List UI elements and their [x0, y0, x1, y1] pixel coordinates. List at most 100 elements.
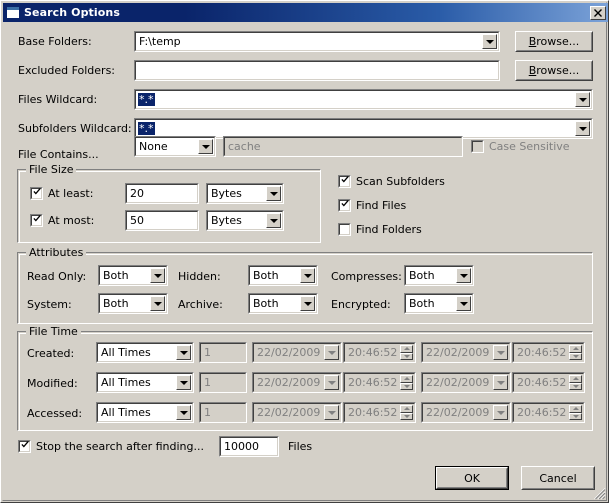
created-time-from-spinner[interactable]: 20:46:52 — [343, 342, 416, 363]
read-only-chevron-down-icon[interactable] — [150, 268, 165, 283]
modified-date-from-chevron-down-icon[interactable] — [324, 375, 339, 390]
at-least-unit-chevron-down-icon[interactable] — [266, 186, 281, 201]
stepper-up[interactable] — [569, 375, 582, 383]
case-sensitive-checkbox[interactable]: Case Sensitive — [471, 140, 570, 153]
accessed-time-to-spinner[interactable]: 20:46:52 — [512, 402, 585, 423]
stepper-up[interactable] — [400, 375, 413, 383]
modified-date-from-picker[interactable]: 22/02/2009 — [252, 372, 342, 393]
accessed-count-input[interactable]: 1 — [199, 402, 247, 423]
accessed-mode-chevron-down-icon[interactable] — [176, 405, 191, 420]
compresses-chevron-down-icon[interactable] — [456, 268, 471, 283]
modified-count-input[interactable]: 1 — [199, 372, 247, 393]
resize-grip-icon[interactable] — [593, 487, 606, 500]
window-title: Search Options — [24, 6, 121, 19]
excluded-folders-input[interactable] — [134, 60, 500, 81]
scan-subfolders-checkbox[interactable]: Scan Subfolders — [338, 175, 445, 188]
files-wildcard-chevron-down-icon[interactable] — [575, 92, 590, 107]
stepper-up[interactable] — [400, 345, 413, 353]
at-most-unit-chevron-down-icon[interactable] — [266, 213, 281, 228]
hidden-combo[interactable]: Both — [248, 265, 318, 286]
file-size-at-least-input[interactable]: 20 — [125, 183, 199, 204]
accessed-mode-combo[interactable]: All Times — [96, 402, 194, 423]
file-size-at-most-unit-combo[interactable]: Bytes — [206, 210, 284, 231]
created-date-from-picker[interactable]: 22/02/2009 — [252, 342, 342, 363]
files-wildcard-combo[interactable]: *.* — [134, 89, 593, 110]
modified-mode-combo[interactable]: All Times — [96, 372, 194, 393]
modified-time-to-spinner[interactable]: 20:46:52 — [512, 372, 585, 393]
created-date-to-picker[interactable]: 22/02/2009 — [421, 342, 511, 363]
file-contains-chevron-down-icon[interactable] — [198, 139, 213, 154]
stepper-up[interactable] — [569, 405, 582, 413]
find-files-checkbox[interactable]: Find Files — [338, 199, 406, 212]
base-folders-browse-button[interactable]: Browse... — [515, 31, 593, 52]
base-folders-combo[interactable]: F:\temp — [134, 31, 500, 52]
encrypted-combo[interactable]: Both — [404, 293, 474, 314]
created-time-to-spinner[interactable]: 20:46:52 — [512, 342, 585, 363]
stop-search-checkbox[interactable]: Stop the search after finding... — [18, 440, 204, 453]
stepper-down[interactable] — [569, 412, 582, 420]
stepper-down[interactable] — [400, 352, 413, 360]
created-mode-chevron-down-icon[interactable] — [176, 345, 191, 360]
hidden-chevron-down-icon[interactable] — [300, 268, 315, 283]
accessed-date-from-chevron-down-icon[interactable] — [324, 405, 339, 420]
archive-combo[interactable]: Both — [248, 293, 318, 314]
file-size-at-most-input[interactable]: 50 — [125, 210, 199, 231]
created-date-to-chevron-down-icon[interactable] — [493, 345, 508, 360]
file-contains-mode-combo[interactable]: None — [134, 136, 216, 157]
file-size-at-most-checkbox[interactable]: At most: — [30, 214, 94, 227]
stop-search-count-input[interactable]: 10000 — [219, 436, 279, 457]
stepper-down[interactable] — [400, 382, 413, 390]
created-count-input[interactable]: 1 — [199, 342, 247, 363]
accessed-time-from-stepper[interactable] — [400, 405, 413, 420]
accessed-time-to-stepper[interactable] — [569, 405, 582, 420]
encrypted-label: Encrypted: — [331, 298, 391, 311]
stepper-up[interactable] — [400, 405, 413, 413]
modified-date-to-picker[interactable]: 22/02/2009 — [421, 372, 511, 393]
browse-rest-2: rowse... — [536, 64, 580, 77]
accessed-time-from-value: 20:46:52 — [348, 406, 398, 419]
file-contains-text-input[interactable]: cache — [223, 136, 463, 157]
stepper-down[interactable] — [569, 352, 582, 360]
accessed-date-to-picker[interactable]: 22/02/2009 — [421, 402, 511, 423]
stepper-down[interactable] — [400, 412, 413, 420]
file-size-at-least-checkbox[interactable]: At least: — [30, 187, 93, 200]
created-date-from-value: 22/02/2009 — [257, 346, 321, 359]
accessed-time-from-spinner[interactable]: 20:46:52 — [343, 402, 416, 423]
base-folders-label: Base Folders: — [18, 35, 92, 48]
encrypted-chevron-down-icon[interactable] — [456, 296, 471, 311]
modified-date-to-chevron-down-icon[interactable] — [493, 375, 508, 390]
read-only-combo[interactable]: Both — [98, 265, 168, 286]
find-folders-checkbox[interactable]: Find Folders — [338, 223, 422, 236]
stepper-down[interactable] — [569, 382, 582, 390]
created-mode-combo[interactable]: All Times — [96, 342, 194, 363]
stepper-up[interactable] — [569, 345, 582, 353]
compresses-combo[interactable]: Both — [404, 265, 474, 286]
files-wildcard-value: *.* — [138, 93, 155, 106]
modified-time-from-stepper[interactable] — [400, 375, 413, 390]
excluded-folders-browse-button[interactable]: Browse... — [515, 60, 593, 81]
modified-time-from-spinner[interactable]: 20:46:52 — [343, 372, 416, 393]
title-bar[interactable]: Search Options — [3, 3, 608, 22]
system-chevron-down-icon[interactable] — [150, 296, 165, 311]
accessed-date-from-picker[interactable]: 22/02/2009 — [252, 402, 342, 423]
file-time-group-title: File Time — [26, 325, 81, 338]
stop-search-suffix-label: Files — [288, 440, 313, 453]
file-contains-placeholder: cache — [228, 140, 261, 153]
cancel-button[interactable]: Cancel — [521, 466, 595, 490]
modified-mode-value: All Times — [101, 376, 151, 389]
archive-chevron-down-icon[interactable] — [300, 296, 315, 311]
ok-button[interactable]: OK — [435, 466, 509, 490]
created-date-from-chevron-down-icon[interactable] — [324, 345, 339, 360]
created-time-to-stepper[interactable] — [569, 345, 582, 360]
modified-mode-chevron-down-icon[interactable] — [176, 375, 191, 390]
subfolders-wildcard-chevron-down-icon[interactable] — [575, 121, 590, 136]
base-folders-chevron-down-icon[interactable] — [482, 34, 497, 49]
case-sensitive-box — [471, 140, 484, 153]
system-combo[interactable]: Both — [98, 293, 168, 314]
accessed-date-to-chevron-down-icon[interactable] — [493, 405, 508, 420]
file-size-at-least-unit-combo[interactable]: Bytes — [206, 183, 284, 204]
close-icon[interactable] — [590, 5, 606, 20]
subfolders-wildcard-label: Subfolders Wildcard: — [18, 122, 132, 135]
modified-time-to-stepper[interactable] — [569, 375, 582, 390]
created-time-from-stepper[interactable] — [400, 345, 413, 360]
